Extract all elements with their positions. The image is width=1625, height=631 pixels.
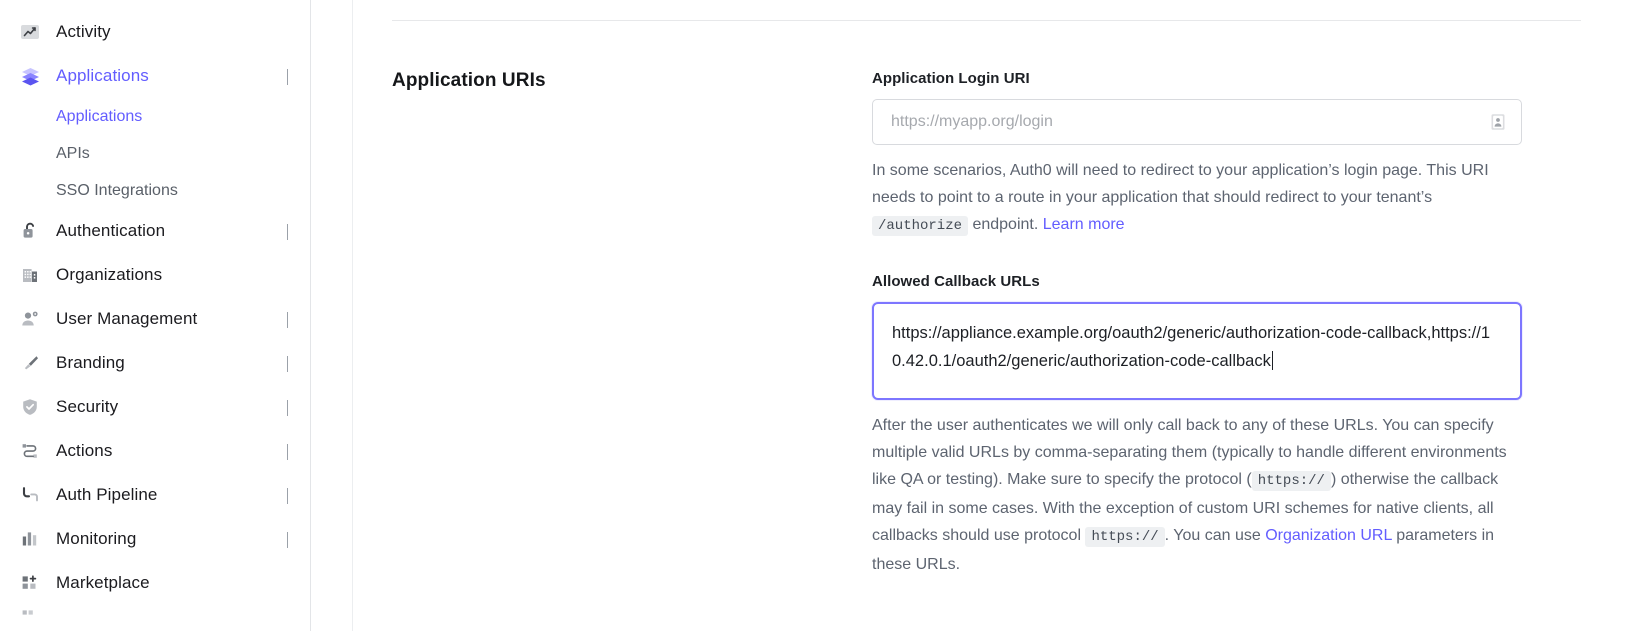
grid-icon [18,605,42,629]
page-title: Application URIs [392,70,546,91]
sidebar-subitem-applications[interactable]: Applications [0,98,310,135]
help-text-part2: endpoint. [968,216,1043,233]
sidebar-item-partial-below[interactable] [0,605,310,629]
chevron-right-icon[interactable] [287,443,288,460]
text-caret [1271,351,1274,370]
sidebar-subitem-label: Applications [56,107,143,125]
unlock-icon [18,219,42,243]
application-login-uri-help: In some scenarios, Auth0 will need to re… [872,157,1522,240]
sidebar-item-label: Applications [56,66,149,85]
layers-icon [18,64,42,88]
chevron-right-icon[interactable] [287,355,288,372]
allowed-callback-urls-label: Allowed Callback URLs [872,273,1040,290]
sidebar-item-label: User Management [56,309,198,328]
chevron-right-icon[interactable] [287,399,288,416]
paintbrush-icon [18,351,42,375]
chevron-right-icon[interactable] [287,311,288,328]
activity-chart-icon [18,20,42,44]
sidebar-item-label: Authentication [56,221,166,240]
grid-plus-icon [18,571,42,595]
allowed-callback-urls-help: After the user authenticates we will onl… [872,412,1522,578]
sidebar-item-label: Organizations [56,265,163,284]
certificate-badge-icon[interactable] [1487,111,1509,133]
sidebar-item-label: Marketplace [56,573,150,592]
sidebar-item-label: Auth Pipeline [56,485,158,504]
user-settings-icon [18,307,42,331]
application-login-uri-input[interactable]: https://myapp.org/login [872,99,1522,145]
pipeline-icon [18,483,42,507]
sidebar-item-auth-pipeline[interactable]: Auth Pipeline [0,473,310,517]
help-text-part3: . You can use [1164,527,1266,544]
help-text-part1: In some scenarios, Auth0 will need to re… [872,162,1489,206]
sidebar-item-applications[interactable]: Applications [0,54,310,98]
sidebar-item-actions[interactable]: Actions [0,429,310,473]
allowed-callback-urls-textarea[interactable]: https://appliance.example.org/oauth2/gen… [872,302,1522,400]
chevron-right-icon[interactable] [287,487,288,504]
organization-url-link[interactable]: Organization URL [1265,527,1392,544]
sidebar-item-label: Branding [56,353,125,372]
sidebar-subitem-label: APIs [56,144,90,162]
sidebar-subitem-label: SSO Integrations [56,181,178,199]
sidebar: Activity Applications Applications APIs … [0,0,311,631]
app-root: Activity Applications Applications APIs … [0,0,1625,631]
sidebar-item-label: Monitoring [56,529,137,548]
chevron-down-icon[interactable] [287,68,288,85]
sidebar-item-security[interactable]: Security [0,385,310,429]
sidebar-item-authentication[interactable]: Authentication [0,209,310,253]
learn-more-link[interactable]: Learn more [1043,216,1125,233]
application-login-uri-placeholder: https://myapp.org/login [891,113,1053,130]
sidebar-item-label: Activity [56,22,111,41]
sidebar-item-marketplace[interactable]: Marketplace [0,561,310,605]
section-fields: Application Login URI https://myapp.org/… [872,70,1522,578]
help-code-authorize: /authorize [872,216,969,236]
flow-nodes-icon [18,439,42,463]
allowed-callback-urls-value: https://appliance.example.org/oauth2/gen… [892,324,1491,370]
sidebar-item-organizations[interactable]: Organizations [0,253,310,297]
sidebar-item-user-management[interactable]: User Management [0,297,310,341]
application-uris-section: Application URIs Application Login URI h… [392,21,1581,578]
help-code-https-1: https:// [1251,471,1331,491]
sidebar-item-label: Actions [56,441,113,460]
building-icon [18,263,42,287]
sidebar-subitem-sso-integrations[interactable]: SSO Integrations [0,172,310,209]
sidebar-item-branding[interactable]: Branding [0,341,310,385]
application-login-uri-field: Application Login URI https://myapp.org/… [872,70,1522,240]
sidebar-item-monitoring[interactable]: Monitoring [0,517,310,561]
sidebar-subitem-apis[interactable]: APIs [0,135,310,172]
bar-chart-icon [18,527,42,551]
application-login-uri-label: Application Login URI [872,70,1030,87]
chevron-right-icon[interactable] [287,223,288,240]
sidebar-item-label: Security [56,397,119,416]
section-header: Application URIs [392,70,872,578]
chevron-right-icon[interactable] [287,531,288,548]
shield-check-icon [18,395,42,419]
main-content: Application URIs Application Login URI h… [352,0,1625,631]
allowed-callback-urls-field: Allowed Callback URLs https://appliance.… [872,273,1522,578]
sidebar-item-activity[interactable]: Activity [0,10,310,54]
help-code-https-2: https:// [1085,527,1165,547]
